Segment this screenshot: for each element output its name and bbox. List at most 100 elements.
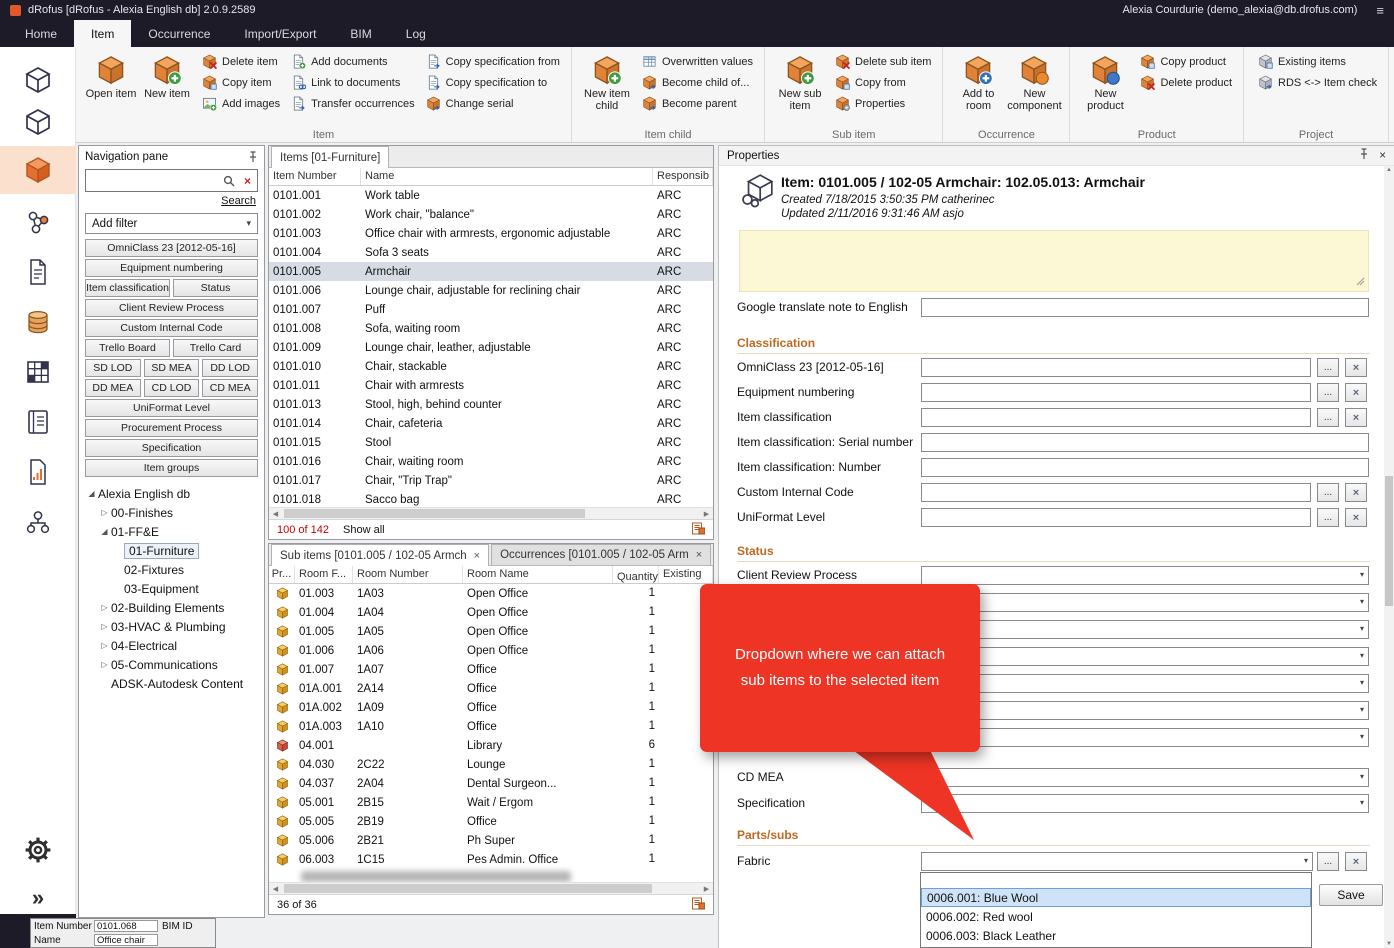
column-header-room-number[interactable]: Room Number: [353, 566, 463, 583]
table-row-item-0101.015[interactable]: 0101.015StoolARC: [269, 433, 713, 452]
copy-product-button[interactable]: Copy product: [1136, 51, 1236, 72]
column-header-item-number[interactable]: Item Number: [269, 168, 361, 185]
tree-item-02-building-elements[interactable]: ▷02-Building Elements: [79, 598, 264, 617]
collapsed-expander-icon[interactable]: ▷: [98, 508, 111, 517]
add-images-button[interactable]: Add images: [198, 93, 284, 114]
new-product-button[interactable]: New product: [1077, 51, 1133, 112]
filter-button-trello-board[interactable]: Trello Board: [85, 339, 170, 357]
add-filter-dropdown[interactable]: Add filter ▾: [85, 213, 258, 234]
close-icon[interactable]: ×: [1379, 150, 1386, 162]
table-row-occurrence-01a-001[interactable]: 01A.0012A14Office1: [269, 679, 713, 698]
properties-vertical-scrollbar[interactable]: ▲ ▼: [1384, 166, 1394, 948]
table-row-item-0101.014[interactable]: 0101.014Chair, cafeteriaARC: [269, 414, 713, 433]
tree-item-alexia-english-db[interactable]: ◢Alexia English db: [79, 484, 264, 503]
status-dropdown[interactable]: ▾: [921, 728, 1369, 747]
delete-item-button[interactable]: Delete item: [198, 51, 284, 72]
scrollbar-thumb[interactable]: [284, 509, 585, 518]
filter-button-cd-lod[interactable]: CD LOD: [144, 379, 200, 397]
tree-item-01-ff-e[interactable]: ◢01-FF&E: [79, 522, 264, 541]
table-row-occurrence-01a-002[interactable]: 01A.0021A09Office1: [269, 698, 713, 717]
filter-button-client-review-process[interactable]: Client Review Process: [85, 299, 258, 317]
table-row-occurrence-01-005[interactable]: 01.0051A05Open Office1: [269, 622, 713, 641]
filter-button-custom-internal-code[interactable]: Custom Internal Code: [85, 319, 258, 337]
column-header-quantity[interactable]: Quantity: [613, 566, 659, 583]
filter-button-trello-card[interactable]: Trello Card: [173, 339, 258, 357]
dropdown-option-blank[interactable]: [921, 873, 1311, 888]
items-report-icon[interactable]: [692, 522, 705, 538]
item-classification-serial-number-input[interactable]: [921, 433, 1369, 452]
table-row-occurrence-04-001[interactable]: 04.001Library6: [269, 736, 713, 755]
table-row-item-0101.010[interactable]: 0101.010Chair, stackableARC: [269, 357, 713, 376]
scrollbar-thumb[interactable]: [1385, 476, 1393, 606]
change-serial-button[interactable]: Change serial: [422, 93, 564, 114]
filter-button-specification[interactable]: Specification: [85, 439, 258, 457]
properties-button[interactable]: Properties: [831, 93, 935, 114]
link-to-documents-button[interactable]: Link to documents: [287, 72, 419, 93]
column-header-name[interactable]: Name: [361, 168, 653, 185]
clear-button[interactable]: ×: [1345, 358, 1367, 377]
tree-item-00-finishes[interactable]: ▷00-Finishes: [79, 503, 264, 522]
table-row-occurrence-01-004[interactable]: 01.0041A04Open Office1: [269, 603, 713, 622]
subitems-report-icon[interactable]: [692, 897, 705, 913]
clear-button[interactable]: ×: [1345, 408, 1367, 427]
document-module-icon[interactable]: [0, 248, 76, 296]
delete-product-button[interactable]: Delete product: [1136, 72, 1236, 93]
table-row-occurrence-01a-003[interactable]: 01A.0031A10Office1: [269, 717, 713, 736]
custom-internal-code-input[interactable]: [921, 483, 1311, 502]
tab-sub-items[interactable]: Sub items [0101.005 / 102-05 Armch×: [271, 544, 489, 566]
prism-module-icon[interactable]: [0, 98, 76, 146]
tree-item-04-electrical[interactable]: ▷04-Electrical: [79, 636, 264, 655]
open-item-button[interactable]: Open item: [83, 51, 139, 100]
scroll-left-icon[interactable]: ◀: [269, 885, 282, 893]
table-row-item-0101.016[interactable]: 0101.016Chair, waiting roomARC: [269, 452, 713, 471]
table-row-occurrence-04-037[interactable]: 04.0372A04Dental Surgeon...1: [269, 774, 713, 793]
add-documents-button[interactable]: Add documents: [287, 51, 419, 72]
clear-button[interactable]: ×: [1345, 483, 1367, 502]
menu-tab-occurrence[interactable]: Occurrence: [131, 20, 227, 47]
fabric-dropdown[interactable]: ▾: [921, 852, 1313, 871]
filter-button-dd-lod[interactable]: DD LOD: [202, 359, 258, 377]
become-child-of-button[interactable]: Become child of...: [638, 72, 757, 93]
table-row-occurrence-05-001[interactable]: 05.0012B15Wait / Ergom1: [269, 793, 713, 812]
new-sub-item-button[interactable]: New sub item: [772, 51, 828, 112]
tab-items[interactable]: Items [01-Furniture]: [271, 146, 389, 168]
tree-item-adsk-autodesk-content[interactable]: ADSK-Autodesk Content: [79, 674, 264, 693]
scroll-down-icon[interactable]: ▼: [1384, 941, 1394, 947]
collapsed-expander-icon[interactable]: ▷: [98, 603, 111, 612]
tree-item-03-hvac-plumbing[interactable]: ▷03-HVAC & Plumbing: [79, 617, 264, 636]
search-link[interactable]: Search: [221, 195, 256, 207]
table-row-occurrence-01-003[interactable]: 01.0031A03Open Office1: [269, 584, 713, 603]
column-header-responsib[interactable]: Responsib: [653, 168, 713, 185]
browse-button[interactable]: ...: [1317, 358, 1339, 377]
overwritten-values-button[interactable]: Overwritten values: [638, 51, 757, 72]
table-row-item-0101.007[interactable]: 0101.007PuffARC: [269, 300, 713, 319]
table-row-item-0101.003[interactable]: 0101.003Office chair with armrests, ergo…: [269, 224, 713, 243]
copy-from-button[interactable]: Copy from: [831, 72, 935, 93]
table-row-item-0101.011[interactable]: 0101.011Chair with armrestsARC: [269, 376, 713, 395]
browse-button[interactable]: ...: [1317, 408, 1339, 427]
dropdown-option-0006-001-blue-wool[interactable]: 0006.001: Blue Wool: [921, 888, 1311, 907]
pin-icon[interactable]: [248, 151, 258, 163]
browse-button[interactable]: ...: [1317, 508, 1339, 527]
item-number-input[interactable]: 0101.068: [94, 920, 158, 932]
new-component-button[interactable]: New component: [1006, 51, 1062, 112]
cd-mea-dropdown[interactable]: ▾: [921, 768, 1369, 787]
show-all-link[interactable]: Show all: [343, 524, 385, 536]
dropdown-option-0006-003-black-leather[interactable]: 0006.003: Black Leather: [921, 926, 1311, 945]
filter-button-uniformat-level[interactable]: UniFormat Level: [85, 399, 258, 417]
save-button[interactable]: Save: [1319, 884, 1383, 906]
copy-item-button[interactable]: Copy item: [198, 72, 284, 93]
table-row-occurrence-01-007[interactable]: 01.0071A07Office1: [269, 660, 713, 679]
delete-sub-item-button[interactable]: Delete sub item: [831, 51, 935, 72]
network-module-icon[interactable]: [0, 198, 76, 246]
menu-tab-bim[interactable]: BIM: [333, 20, 388, 47]
table-row-item-0101.013[interactable]: 0101.013Stool, high, behind counterARC: [269, 395, 713, 414]
rds-item-check-button[interactable]: RDS <-> Item check: [1254, 72, 1381, 93]
column-header-existing[interactable]: Existing: [659, 566, 713, 583]
filter-button-item-classification[interactable]: Item classification: [85, 279, 170, 297]
column-header-room-f[interactable]: Room F...: [295, 566, 353, 583]
scroll-right-icon[interactable]: ▶: [700, 510, 713, 518]
clear-button[interactable]: ×: [1345, 383, 1367, 402]
google-translate-note-to-english-input[interactable]: [921, 298, 1369, 317]
collapsed-expander-icon[interactable]: ▷: [98, 641, 111, 650]
